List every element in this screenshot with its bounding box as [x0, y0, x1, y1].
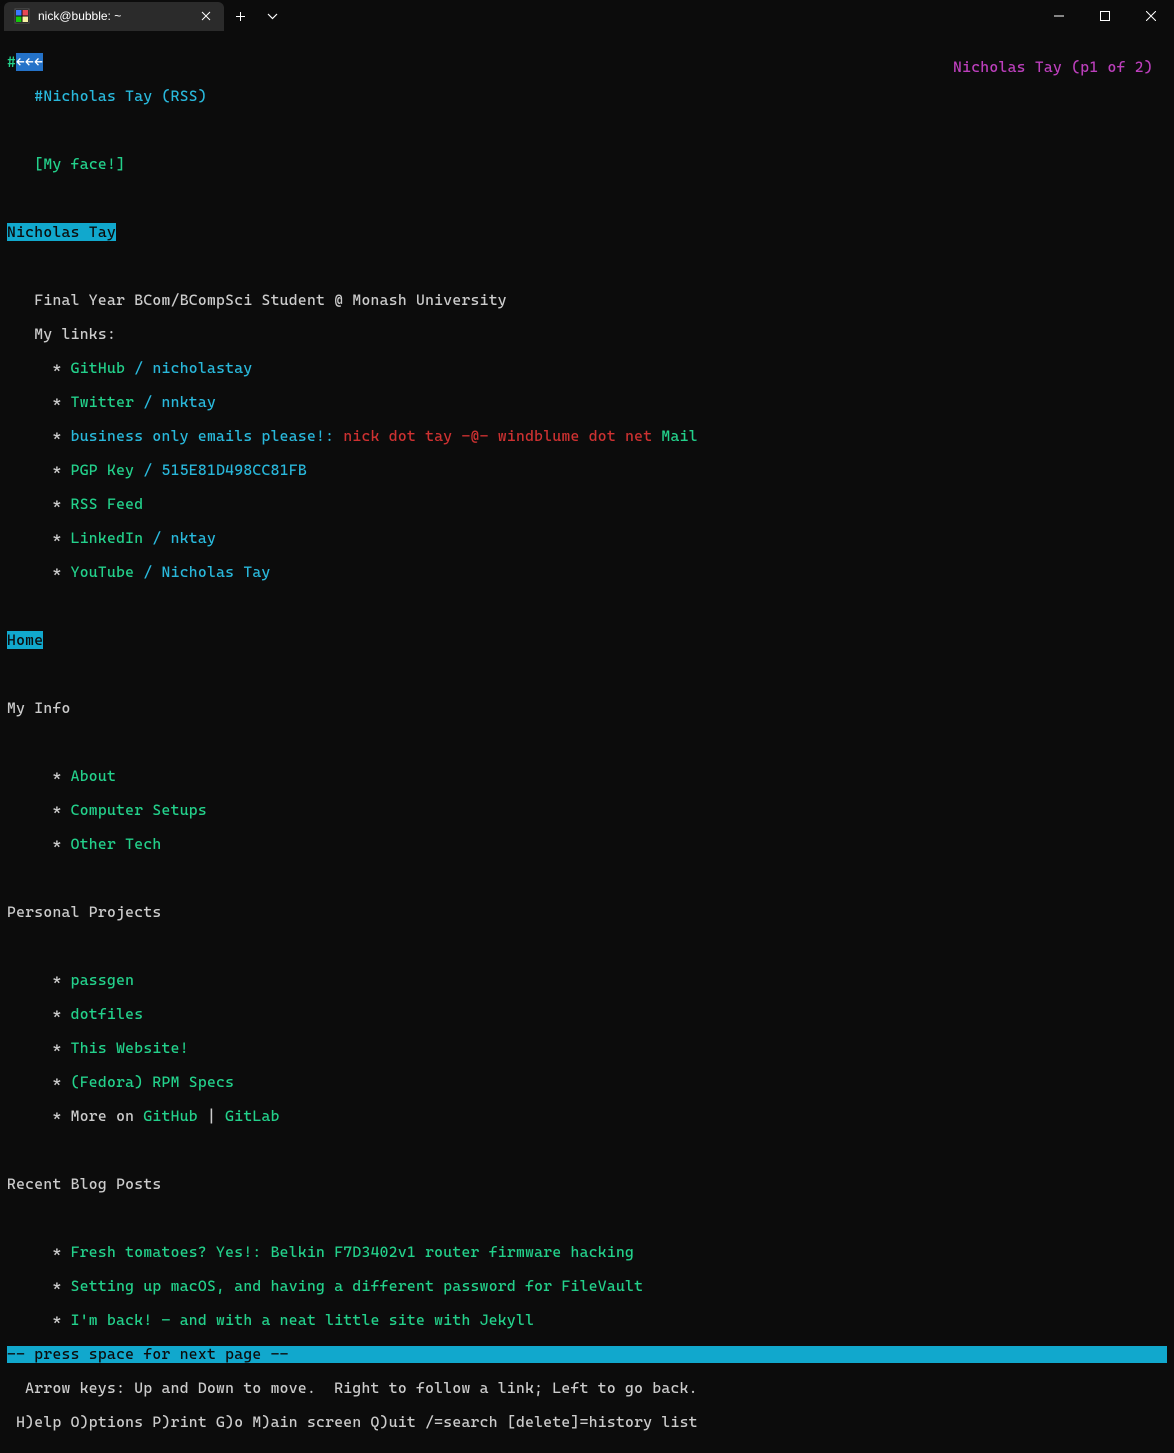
handle-linkedin: nktay: [171, 529, 216, 547]
link-rss[interactable]: RSS Feed: [71, 495, 144, 513]
press-space-prompt: -- press space for next page --: [7, 1346, 1167, 1363]
window-titlebar: nick@bubble: ~: [0, 0, 1174, 32]
link-linkedin[interactable]: LinkedIn: [71, 529, 144, 547]
name-heading: Nicholas Tay: [7, 223, 116, 241]
minimize-button[interactable]: [1036, 0, 1082, 32]
handle-github: nicholastay: [152, 359, 252, 377]
list-item[interactable]: dotfiles: [71, 1005, 144, 1023]
link-github-more[interactable]: GitHub: [143, 1107, 198, 1125]
list-item[interactable]: (Fedora) RPM Specs: [71, 1073, 235, 1091]
face-link[interactable]: [My face!]: [7, 155, 125, 173]
list-item[interactable]: I'm back! – and with a neat little site …: [71, 1311, 535, 1329]
link-pgp[interactable]: PGP Key: [71, 461, 135, 479]
tab-close-button[interactable]: [198, 8, 214, 24]
section-projects-title: Personal Projects: [7, 904, 1167, 921]
handle-youtube: Nicholas Tay: [162, 563, 271, 581]
new-tab-button[interactable]: [224, 2, 256, 31]
window-controls: [1036, 0, 1174, 32]
section-myinfo-title: My Info: [7, 700, 1167, 717]
list-item[interactable]: Other Tech: [71, 835, 162, 853]
link-twitter[interactable]: Twitter: [71, 393, 135, 411]
home-heading: Home: [7, 631, 43, 649]
prompt-hash: #: [7, 53, 16, 71]
terminal-icon: [14, 8, 30, 24]
close-button[interactable]: [1128, 0, 1174, 32]
list-item[interactable]: About: [71, 767, 116, 785]
list-item[interactable]: Computer Setups: [71, 801, 207, 819]
tab-title: nick@bubble: ~: [38, 8, 190, 25]
help-line-2: H)elp O)ptions P)rint G)o M)ain screen Q…: [7, 1414, 1167, 1431]
page-indicator: Nicholas Tay (p1 of 2): [953, 59, 1153, 76]
list-item[interactable]: passgen: [71, 971, 135, 989]
link-mail[interactable]: Mail: [652, 427, 697, 445]
list-item[interactable]: This Website!: [71, 1039, 189, 1057]
email-prefix: business only emails please!: [71, 427, 326, 445]
help-line-1: Arrow keys: Up and Down to move. Right t…: [7, 1380, 1167, 1397]
section-blog-title: Recent Blog Posts: [7, 1176, 1167, 1193]
more-prefix: More on: [71, 1107, 144, 1125]
intro-student: Final Year BCom/BCompSci Student @ Monas…: [7, 292, 1167, 309]
list-item[interactable]: Fresh tomatoes? Yes!: Belkin F7D3402v1 r…: [71, 1243, 635, 1261]
nav-arrows: ←←←: [16, 53, 43, 71]
terminal-content[interactable]: #←←← Nicholas Tay (p1 of 2) #Nicholas Tay…: [0, 32, 1174, 1453]
handle-pgp: 515E81D498CC81FB: [162, 461, 307, 479]
link-gitlab-more[interactable]: GitLab: [225, 1107, 280, 1125]
terminal-tab[interactable]: nick@bubble: ~: [4, 2, 224, 31]
tab-dropdown-button[interactable]: [256, 2, 288, 31]
link-github[interactable]: GitHub: [71, 359, 126, 377]
email-address: nick dot tay -@- windblume dot net: [343, 427, 652, 445]
handle-twitter: nnktay: [162, 393, 217, 411]
link-youtube[interactable]: YouTube: [71, 563, 135, 581]
maximize-button[interactable]: [1082, 0, 1128, 32]
list-item[interactable]: Setting up macOS, and having a different…: [71, 1277, 644, 1295]
intro-links: My links:: [7, 326, 1167, 343]
page-title-line: #Nicholas Tay (RSS): [7, 87, 207, 105]
